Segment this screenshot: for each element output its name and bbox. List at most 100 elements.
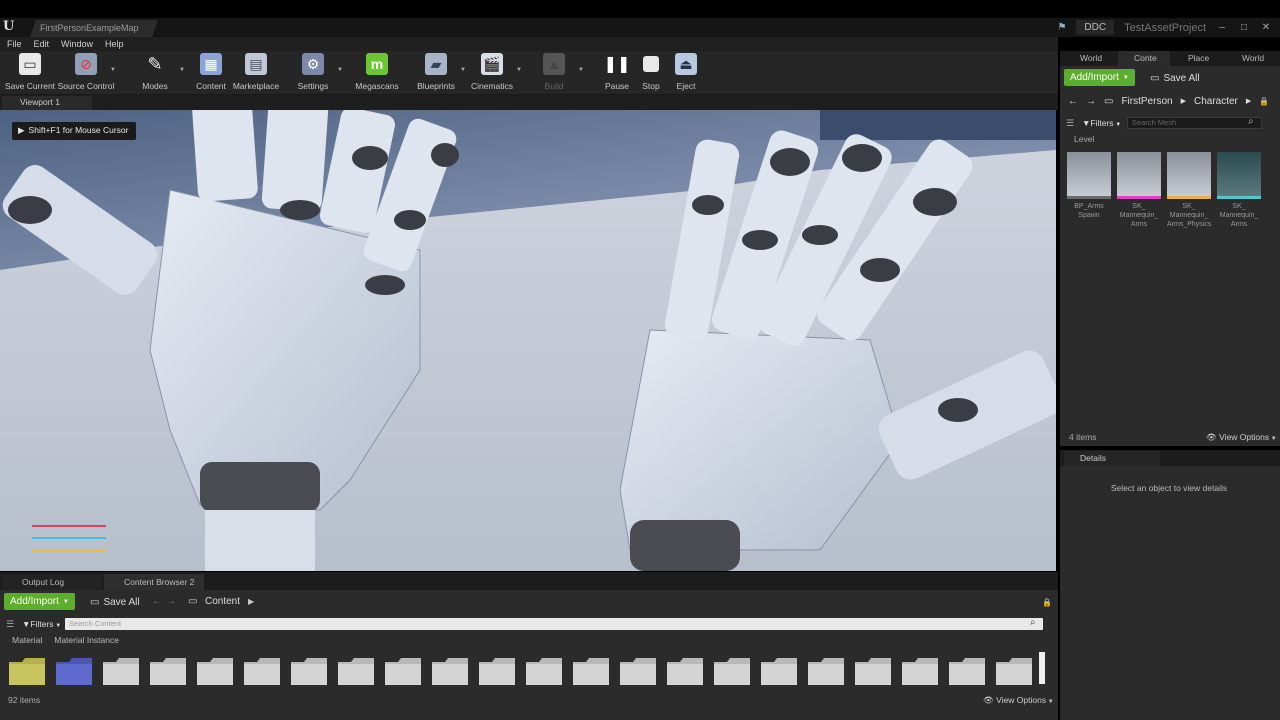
folder-icon[interactable] bbox=[760, 656, 798, 686]
chevron-right-icon[interactable]: ▶ bbox=[1246, 97, 1251, 105]
chevron-down-icon: ▼ bbox=[1046, 699, 1054, 705]
add-import-button[interactable]: Add/Import ▼ bbox=[1064, 69, 1135, 86]
maximize-icon[interactable]: □ bbox=[1238, 22, 1250, 33]
chevron-down-icon[interactable]: ▼ bbox=[516, 67, 522, 73]
folder-icon[interactable] bbox=[713, 656, 751, 686]
tab-content-browser-2[interactable]: Content Browser 2 bbox=[104, 574, 204, 590]
megascans-button[interactable]: m Megascans bbox=[347, 53, 407, 91]
tab-content-browser[interactable]: Conte bbox=[1118, 51, 1170, 66]
tab-place-actors[interactable]: Place bbox=[1172, 51, 1224, 66]
chevron-right-icon[interactable]: ▶ bbox=[248, 597, 254, 606]
settings-button[interactable]: ⚙ Settings ▼ bbox=[283, 53, 343, 91]
mesh-search-input[interactable]: Search Mesh bbox=[1127, 117, 1262, 129]
lock-icon[interactable]: 🔒 bbox=[1042, 598, 1052, 607]
folder-icon[interactable] bbox=[948, 656, 986, 686]
folder-icon[interactable] bbox=[854, 656, 892, 686]
minimize-icon[interactable]: – bbox=[1216, 22, 1228, 33]
filters-button[interactable]: ▼Filters ▼ bbox=[22, 619, 61, 629]
search-icon[interactable]: ⌕ bbox=[1030, 617, 1036, 628]
eject-label: Eject bbox=[676, 81, 696, 91]
menu-help[interactable]: Help bbox=[105, 37, 124, 51]
level-viewport[interactable] bbox=[0, 110, 1056, 571]
save-all-button[interactable]: ▭ Save All bbox=[1150, 72, 1200, 84]
folder-icon[interactable] bbox=[619, 656, 657, 686]
filter-chips: Material Material Instance bbox=[0, 634, 123, 648]
folder-icon[interactable] bbox=[290, 656, 328, 686]
viewport-scene[interactable] bbox=[0, 110, 1056, 571]
chip-material-instance[interactable]: Material Instance bbox=[50, 634, 123, 648]
sources-toggle-icon[interactable]: ☰ bbox=[1066, 118, 1074, 129]
folder-icon[interactable] bbox=[995, 656, 1033, 686]
folder-icon[interactable] bbox=[55, 656, 93, 686]
chip-material[interactable]: Material bbox=[8, 634, 46, 648]
menu-file[interactable]: File bbox=[7, 37, 22, 51]
tab-details[interactable]: Details bbox=[1064, 451, 1160, 466]
marketplace-button[interactable]: ▤ Marketplace bbox=[226, 53, 286, 91]
path-content[interactable]: Content bbox=[205, 596, 240, 607]
content-browser-2-panel bbox=[0, 590, 1058, 720]
sources-toggle-icon[interactable]: ☰ bbox=[6, 619, 14, 630]
forward-arrow-icon[interactable]: → bbox=[1086, 96, 1096, 107]
back-arrow-icon[interactable]: ← bbox=[1068, 96, 1078, 107]
save-icon: ▭ bbox=[19, 53, 41, 75]
folder-icon[interactable] bbox=[901, 656, 939, 686]
notification-icon[interactable]: ⚑ bbox=[1057, 22, 1066, 33]
close-icon[interactable]: ✕ bbox=[1260, 22, 1272, 33]
view-options-button[interactable]: 👁 View Options ▼ bbox=[983, 695, 1054, 706]
asset-tile[interactable]: SK_ Mannequin_ Arms bbox=[1117, 152, 1161, 229]
tab-world-outliner[interactable]: World bbox=[1064, 51, 1116, 66]
chevron-down-icon[interactable]: ▼ bbox=[578, 67, 584, 73]
asset-name: SK_ Mannequin_ Arms bbox=[1119, 203, 1159, 228]
folder-icon[interactable] bbox=[102, 656, 140, 686]
clapperboard-icon: 🎬 bbox=[481, 53, 503, 75]
save-all-label: Save All bbox=[1163, 73, 1200, 84]
forward-arrow-icon[interactable]: → bbox=[166, 596, 176, 607]
level-tab[interactable]: FirstPersonExampleMap bbox=[30, 20, 158, 37]
chevron-right-icon[interactable]: ▶ bbox=[1181, 97, 1186, 105]
path-character[interactable]: Character bbox=[1194, 96, 1238, 107]
modes-button[interactable]: ✎ Modes ▼ bbox=[125, 53, 185, 92]
filters-button[interactable]: ▼Filters ▼ bbox=[1082, 118, 1121, 128]
save-all-button[interactable]: ▭ Save All bbox=[90, 596, 140, 608]
folder-icon[interactable] bbox=[149, 656, 187, 686]
save-current-button[interactable]: ▭ Save Current bbox=[0, 53, 60, 91]
folder-icon[interactable] bbox=[196, 656, 234, 686]
asset-type-bar bbox=[1067, 196, 1111, 199]
eject-button[interactable]: ⏏ Eject bbox=[656, 53, 716, 91]
asset-tile[interactable]: BP_Arms Spawn bbox=[1067, 152, 1111, 220]
chevron-down-icon[interactable]: ▼ bbox=[337, 67, 343, 73]
folder-icon[interactable] bbox=[572, 656, 610, 686]
build-button[interactable]: ▲ Build ▼ bbox=[524, 53, 584, 91]
viewport-tab[interactable]: Viewport 1 bbox=[2, 96, 92, 110]
content-search-input[interactable]: Search Content bbox=[65, 618, 1043, 630]
view-options-button[interactable]: 👁 View Options ▼ bbox=[1206, 432, 1277, 443]
add-import-button[interactable]: Add/Import ▼ bbox=[4, 593, 75, 610]
tab-world-settings[interactable]: World bbox=[1226, 51, 1278, 66]
folder-icon[interactable] bbox=[337, 656, 375, 686]
tab-output-log[interactable]: Output Log bbox=[2, 574, 102, 590]
cinematics-button[interactable]: 🎬 Cinematics ▼ bbox=[462, 53, 522, 91]
folder-icon[interactable] bbox=[666, 656, 704, 686]
folder-icon[interactable] bbox=[478, 656, 516, 686]
asset-tile[interactable]: SK_ Mannequin_ Arms_Physics bbox=[1167, 152, 1211, 229]
menu-edit[interactable]: Edit bbox=[34, 37, 50, 51]
lock-icon[interactable]: 🔒 bbox=[1259, 97, 1269, 106]
blueprints-button[interactable]: ▰ Blueprints ▼ bbox=[406, 53, 466, 91]
back-arrow-icon[interactable]: ← bbox=[152, 596, 162, 607]
chevron-down-icon: ▼ bbox=[1113, 122, 1122, 128]
asset-tile[interactable]: SK_ Mannequin_ Arms bbox=[1217, 152, 1261, 229]
menu-window[interactable]: Window bbox=[61, 37, 93, 51]
scrollbar-thumb[interactable] bbox=[1039, 652, 1045, 684]
folder-icon[interactable] bbox=[525, 656, 563, 686]
ddc-button[interactable]: DDC bbox=[1076, 20, 1115, 35]
asset-name: BP_Arms Spawn bbox=[1074, 203, 1104, 219]
folder-icon[interactable] bbox=[243, 656, 281, 686]
folder-icon[interactable] bbox=[8, 656, 46, 686]
path-firstperson[interactable]: FirstPerson bbox=[1121, 96, 1172, 107]
search-icon[interactable]: ⌕ bbox=[1248, 116, 1254, 127]
folder-icon[interactable] bbox=[431, 656, 469, 686]
folder-icon[interactable] bbox=[384, 656, 422, 686]
folder-icon[interactable] bbox=[807, 656, 845, 686]
chevron-down-icon[interactable]: ▼ bbox=[110, 67, 116, 73]
source-control-button[interactable]: ⊘ Source Control ▼ bbox=[56, 53, 116, 91]
